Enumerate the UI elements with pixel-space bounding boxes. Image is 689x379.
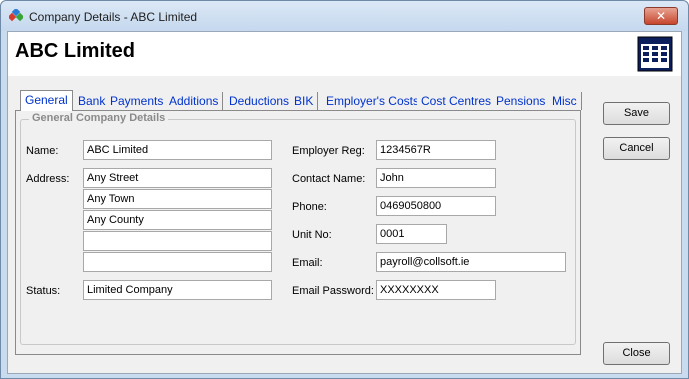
window-title: Company Details - ABC Limited [29, 10, 198, 24]
email-label: Email: [292, 257, 323, 269]
save-button[interactable]: Save [603, 102, 670, 125]
calendar-grid-icon [637, 36, 673, 72]
contact-name-field[interactable]: John [376, 168, 496, 188]
name-label: Name: [26, 145, 59, 157]
general-company-details-group: General Company Details Name: ABC Limite… [20, 112, 576, 345]
employer-reg-label: Employer Reg: [292, 145, 365, 157]
status-field[interactable]: Limited Company [83, 280, 272, 300]
unit-no-label: Unit No: [292, 229, 332, 241]
email-password-label: Email Password: [292, 285, 374, 297]
phone-field[interactable]: 0469050800 [376, 196, 496, 216]
address-line-4-field[interactable] [83, 231, 272, 251]
tab-deductions[interactable]: Deductions [225, 92, 295, 110]
general-tab-panel: General Company Details Name: ABC Limite… [15, 110, 581, 355]
employer-reg-field[interactable]: 1234567R [376, 140, 496, 160]
title-bar: Company Details - ABC Limited ✕ [1, 1, 688, 31]
window-close-button[interactable]: ✕ [644, 7, 678, 25]
address-line-3-field[interactable]: Any County [83, 210, 272, 230]
header-banner: ABC Limited [8, 32, 681, 76]
tab-payments[interactable]: Payments [106, 92, 169, 110]
contact-name-label: Contact Name: [292, 173, 366, 185]
tab-additions[interactable]: Additions [165, 92, 224, 110]
address-line-1-field[interactable]: Any Street [83, 168, 272, 188]
address-line-2-field[interactable]: Any Town [83, 189, 272, 209]
tab-employers-costs[interactable]: Employer's Costs [322, 92, 424, 110]
tab-bik[interactable]: BIK [290, 92, 319, 110]
group-title: General Company Details [29, 112, 169, 124]
tab-misc[interactable]: Misc [548, 92, 582, 110]
close-icon: ✕ [655, 9, 667, 23]
address-line-5-field[interactable] [83, 252, 272, 272]
tab-cost-centres[interactable]: Cost Centres [417, 92, 497, 110]
app-icon [9, 9, 23, 22]
address-label: Address: [26, 173, 70, 185]
email-password-field[interactable]: XXXXXXXX [376, 280, 496, 300]
tab-bank[interactable]: Bank [74, 92, 111, 110]
company-details-window: Company Details - ABC Limited ✕ ABC Limi… [0, 0, 689, 379]
name-field[interactable]: ABC Limited [83, 140, 272, 160]
unit-no-field[interactable]: 0001 [376, 224, 447, 244]
tab-pensions[interactable]: Pensions [492, 92, 551, 110]
email-field[interactable]: payroll@collsoft.ie [376, 252, 566, 272]
company-name-heading: ABC Limited [15, 40, 135, 62]
status-label: Status: [26, 285, 61, 297]
tab-general[interactable]: General [20, 90, 73, 111]
dialog-client-area: ABC Limited General Bank Payments Additi… [7, 31, 682, 374]
phone-label: Phone: [292, 201, 327, 213]
close-button[interactable]: Close [603, 342, 670, 365]
cancel-button[interactable]: Cancel [603, 137, 670, 160]
